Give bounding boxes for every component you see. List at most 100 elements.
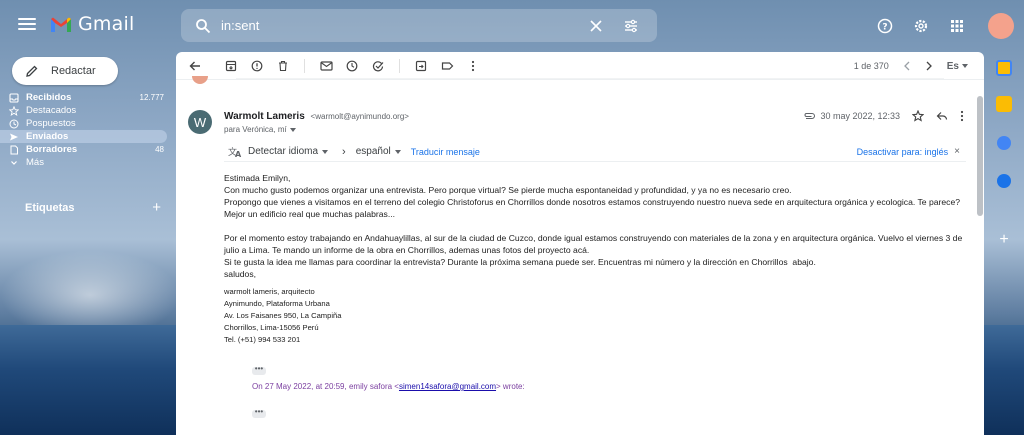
body-paragraph: Con mucho gusto podemos organizar una en… xyxy=(224,185,792,195)
move-to-button[interactable] xyxy=(414,59,428,73)
archive-button[interactable] xyxy=(224,59,238,73)
search-bar[interactable]: in:sent xyxy=(181,9,657,42)
snooze-button[interactable] xyxy=(345,59,359,73)
trash-icon xyxy=(279,60,287,71)
signature: warmolt lameris, arquitecto Aynimundo, P… xyxy=(224,286,968,346)
message-body: Estimada Emilyn, Con mucho gusto podemos… xyxy=(224,172,968,418)
message-date: 30 may 2022, 12:33 xyxy=(820,111,900,121)
svg-text:A: A xyxy=(235,150,242,158)
quoted-email-link[interactable]: simen14safora@gmail.com xyxy=(399,382,496,391)
recipients-toggle[interactable]: para Verónica, mí xyxy=(224,125,296,134)
translate-message-link[interactable]: Traducir mensaje xyxy=(411,147,480,157)
sidebar-item-mas[interactable]: Más xyxy=(0,156,176,169)
caret-down-icon xyxy=(962,64,968,68)
quote-suffix: > wrote: xyxy=(496,382,525,391)
sidebar-item-enviados[interactable]: Enviados xyxy=(0,130,167,143)
show-trimmed-content-button[interactable]: ••• xyxy=(252,408,266,418)
translate-disable-group: Desactivar para: inglés × xyxy=(857,146,960,157)
source-language-select[interactable]: Detectar idioma xyxy=(248,146,329,157)
previous-message-divider xyxy=(236,78,944,79)
target-language-label: español xyxy=(355,146,391,157)
sender-email: <warmolt@aynimundo.org> xyxy=(310,112,409,121)
add-task-icon xyxy=(372,60,383,71)
keep-icon[interactable] xyxy=(996,96,1012,112)
input-language-button[interactable]: Es xyxy=(947,61,968,72)
add-label-button[interactable]: + xyxy=(152,200,161,215)
sidebar-item-label: Más xyxy=(26,157,44,168)
contacts-icon[interactable] xyxy=(997,174,1011,188)
previous-message-avatar[interactable] xyxy=(192,76,208,84)
more-vert-icon[interactable] xyxy=(960,110,964,122)
date-group: 30 may 2022, 12:33 xyxy=(803,111,900,121)
apps-button[interactable] xyxy=(942,11,972,41)
toolbar-divider xyxy=(399,58,400,73)
sidebar-item-label: Pospuestos xyxy=(26,118,76,129)
arrow-left-icon xyxy=(189,61,200,70)
delete-button[interactable] xyxy=(276,59,290,73)
sidebar-item-pospuestos[interactable]: Pospuestos xyxy=(0,117,176,130)
add-to-tasks-button[interactable] xyxy=(371,59,385,73)
compose-label: Redactar xyxy=(51,65,96,77)
more-vert-icon xyxy=(471,60,475,71)
show-trimmed-content-button[interactable]: ••• xyxy=(252,365,266,375)
star-icon xyxy=(9,106,19,116)
mark-unread-button[interactable] xyxy=(319,59,333,73)
quoted-header: On 27 May 2022, at 20:59, emily safora <… xyxy=(252,381,968,393)
target-language-select[interactable]: español xyxy=(356,146,401,157)
chevron-down-icon xyxy=(11,161,17,165)
tasks-icon[interactable] xyxy=(997,136,1011,150)
more-options-button[interactable] xyxy=(466,59,480,73)
envelope-icon xyxy=(319,60,333,71)
gmail-logo[interactable]: Gmail xyxy=(50,13,134,35)
sidebar-item-destacados[interactable]: Destacados xyxy=(0,104,176,117)
chevron-right-icon[interactable] xyxy=(925,61,933,71)
search-input[interactable]: in:sent xyxy=(221,18,589,33)
message-pane: 1 de 370 Es W Warmolt Lameris <warmolt@a… xyxy=(176,52,984,435)
apps-grid-icon xyxy=(951,20,963,32)
signature-line: Chorrillos, Lima-15056 Perú xyxy=(224,323,319,332)
star-icon[interactable] xyxy=(912,110,924,122)
sidebar-item-label: Destacados xyxy=(26,105,77,116)
account-avatar[interactable] xyxy=(988,13,1014,39)
sender-avatar[interactable]: W xyxy=(188,110,212,134)
labels-button[interactable] xyxy=(440,59,454,73)
close-icon[interactable]: × xyxy=(954,146,960,157)
report-spam-button[interactable] xyxy=(250,59,264,73)
quote-prefix: On 27 May 2022, at 20:59, emily safora < xyxy=(252,382,399,391)
compose-button[interactable]: Redactar xyxy=(12,57,118,85)
help-button[interactable]: ? xyxy=(870,11,900,41)
scrollbar-thumb[interactable] xyxy=(977,96,983,216)
inbox-icon xyxy=(9,93,19,103)
clear-search-icon[interactable] xyxy=(589,19,603,33)
chevron-left-icon[interactable] xyxy=(903,61,911,71)
back-button[interactable] xyxy=(188,59,202,73)
caret-down-icon xyxy=(322,149,329,154)
sidebar-item-borradores[interactable]: Borradores 48 xyxy=(0,143,176,156)
gmail-m-icon xyxy=(51,17,71,32)
search-options-icon[interactable] xyxy=(623,18,639,34)
draft-count: 48 xyxy=(155,145,164,154)
sidebar-item-label: Enviados xyxy=(26,131,69,142)
pagination-label: 1 de 370 xyxy=(853,61,889,71)
settings-button[interactable] xyxy=(906,11,936,41)
source-language-label: Detectar idioma xyxy=(248,146,319,157)
disable-translation-link[interactable]: Desactivar para: inglés xyxy=(857,147,949,157)
spam-icon xyxy=(251,60,263,71)
labels-section-header: Etiquetas + xyxy=(25,200,165,215)
draft-icon xyxy=(10,145,18,155)
attachment-icon xyxy=(805,113,816,119)
side-panel: + xyxy=(984,52,1024,435)
search-icon[interactable] xyxy=(195,18,211,34)
add-addon-icon[interactable]: + xyxy=(996,232,1012,248)
calendar-icon[interactable] xyxy=(996,60,1012,76)
scrollbar[interactable] xyxy=(976,96,984,306)
sidebar-item-recibidos[interactable]: Recibidos 12.777 xyxy=(0,91,176,104)
translate-bar: 文 A Detectar idioma › español Traducir m… xyxy=(224,142,966,162)
recipients-label: para Verónica, mí xyxy=(224,125,287,134)
sender-line: Warmolt Lameris <warmolt@aynimundo.org> xyxy=(224,111,409,122)
main-menu-button[interactable] xyxy=(18,15,36,37)
sender-name[interactable]: Warmolt Lameris xyxy=(224,111,305,122)
reply-icon[interactable] xyxy=(936,110,948,122)
signature-line: Aynimundo, Plataforma Urbana xyxy=(224,299,330,308)
